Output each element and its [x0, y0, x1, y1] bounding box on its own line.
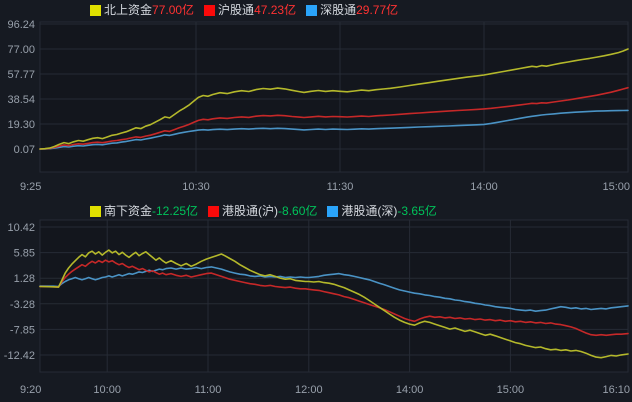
y-axis-tick-label: -12.42 — [4, 350, 35, 362]
northbound-panel: 北上资金77.00亿沪股通47.23亿深股通29.77亿 96.2477.005… — [0, 0, 632, 194]
legend-item-nanxia[interactable]: 南下资金-12.25亿 — [90, 204, 198, 218]
y-axis-tick-label: 10.42 — [7, 222, 35, 234]
x-axis-tick-label: 14:00 — [470, 181, 498, 193]
y-axis-tick-label: -3.28 — [10, 299, 35, 311]
y-axis-tick-label: 19.30 — [7, 119, 35, 131]
y-axis-tick-label: -7.85 — [10, 324, 35, 336]
x-axis-tick-label: 10:30 — [182, 181, 210, 193]
southbound-chart-canvas[interactable]: 10.42 5.85 1.28 -3.28 -7.85 -12.42 9:20 10:00 11… — [0, 194, 632, 402]
capital-flow-widget: 北上资金77.00亿沪股通47.23亿深股通29.77亿 96.2477.005… — [0, 0, 632, 402]
legend-series-name: 港股通(沪) — [222, 204, 278, 218]
x-axis-tick-label: 9:20 — [20, 384, 41, 396]
y-axis-tick-label: 5.85 — [14, 248, 35, 260]
legend-series-name: 港股通(深) — [341, 204, 397, 218]
legend-swatch-icon — [90, 206, 101, 217]
northbound-legend: 北上资金77.00亿沪股通47.23亿深股通29.77亿 — [90, 3, 408, 17]
legend-swatch-icon — [306, 5, 317, 16]
y-axis-tick-label: 57.77 — [7, 69, 35, 81]
x-axis-tick-label: 15:00 — [497, 384, 525, 396]
x-axis-tick-label: 12:00 — [295, 384, 323, 396]
x-axis-tick-label: 9:25 — [20, 181, 41, 193]
legend-item-shengutong[interactable]: 深股通29.77亿 — [306, 3, 398, 17]
legend-series-value: 77.00亿 — [152, 3, 194, 17]
northbound-chart-canvas[interactable]: 96.24 77.00 57.77 38.54 19.30 0.07 9:25 10:30 11… — [0, 0, 632, 194]
legend-swatch-icon — [90, 5, 101, 16]
x-axis-tick-label: 15:00 — [602, 181, 630, 193]
legend-item-beishang[interactable]: 北上资金77.00亿 — [90, 3, 194, 17]
legend-swatch-icon — [327, 206, 338, 217]
legend-series-value: 29.77亿 — [356, 3, 398, 17]
legend-swatch-icon — [204, 5, 215, 16]
legend-series-name: 北上资金 — [104, 3, 152, 17]
legend-series-value: 47.23亿 — [254, 3, 296, 17]
legend-item-ganggutong-hu[interactable]: 港股通(沪)-8.60亿 — [208, 204, 317, 218]
legend-series-value: -8.60亿 — [278, 204, 317, 218]
southbound-panel: 南下资金-12.25亿港股通(沪)-8.60亿港股通(深)-3.65亿 10.4… — [0, 194, 632, 402]
legend-series-value: -12.25亿 — [152, 204, 198, 218]
x-axis-tick-label: 10:00 — [93, 384, 121, 396]
x-axis-tick-label: 11:30 — [327, 181, 354, 193]
plot-area — [40, 220, 628, 372]
x-axis-tick-label: 14:00 — [396, 384, 424, 396]
southbound-legend: 南下资金-12.25亿港股通(沪)-8.60亿港股通(深)-3.65亿 — [90, 204, 447, 218]
y-axis-tick-label: 1.28 — [14, 273, 35, 285]
legend-series-name: 南下资金 — [104, 204, 152, 218]
legend-series-name: 深股通 — [320, 3, 356, 17]
legend-item-ganggutong-shen[interactable]: 港股通(深)-3.65亿 — [327, 204, 436, 218]
x-axis-tick-label: 16:10 — [602, 384, 630, 396]
y-axis-tick-label: 0.07 — [14, 144, 35, 156]
legend-series-name: 沪股通 — [218, 3, 254, 17]
y-axis-tick-label: 77.00 — [7, 44, 35, 56]
legend-series-value: -3.65亿 — [397, 204, 436, 218]
y-axis-tick-label: 96.24 — [7, 19, 35, 31]
x-axis-tick-label: 11:00 — [195, 384, 222, 396]
legend-item-hugutong[interactable]: 沪股通47.23亿 — [204, 3, 296, 17]
legend-swatch-icon — [208, 206, 219, 217]
y-axis-tick-label: 38.54 — [7, 94, 35, 106]
